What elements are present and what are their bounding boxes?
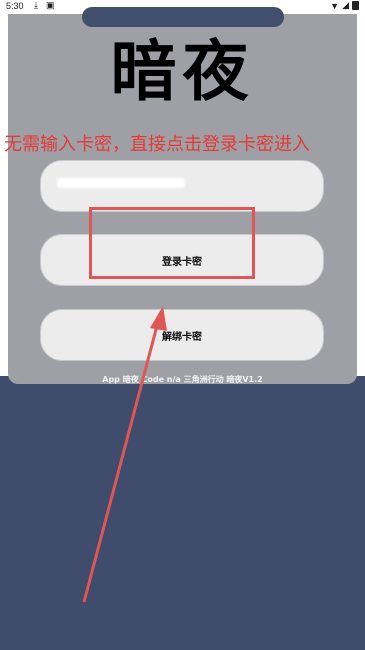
annotation-arrow <box>82 306 167 603</box>
